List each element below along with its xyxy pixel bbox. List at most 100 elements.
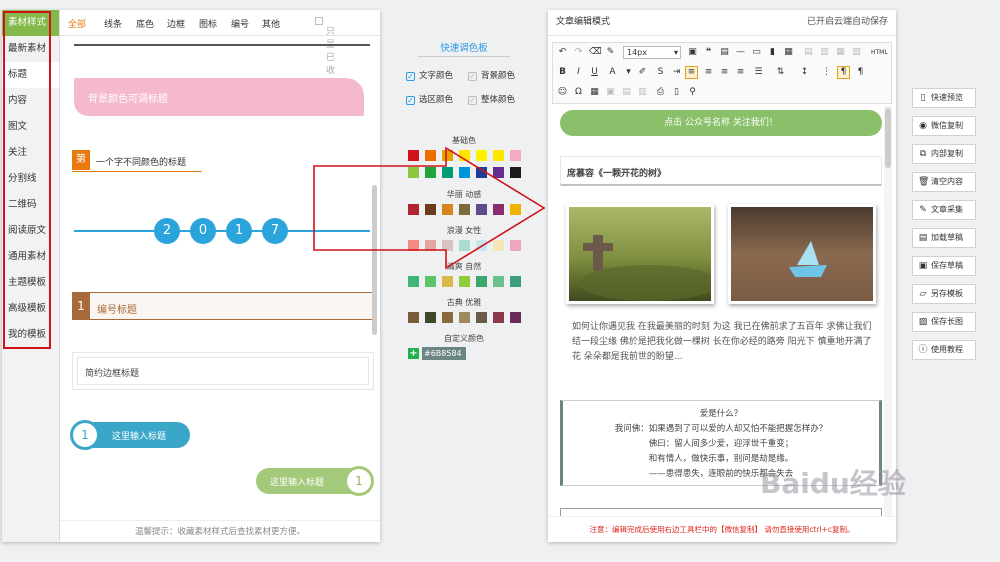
circle-title-right-sample[interactable]: 这里输入标题 1 — [256, 466, 374, 496]
word-title-sample[interactable]: 第 一个字不同颜色的标题 — [72, 150, 202, 172]
merge-cells-icon[interactable]: ▦ — [835, 47, 846, 58]
align-right-icon[interactable]: ≡ — [719, 67, 730, 78]
block-icon[interactable]: ▭ — [751, 47, 762, 58]
color-swatch[interactable] — [476, 276, 487, 287]
overall-color-option[interactable]: ✓ 整体颜色 — [468, 93, 515, 105]
print-icon[interactable]: ⎙ — [655, 87, 666, 98]
paragraph-spacing-icon[interactable]: ⇅ — [775, 67, 786, 78]
simple-border-text: 简约边框标题 — [85, 369, 140, 379]
italic-icon[interactable]: I — [573, 67, 584, 78]
split-cells-icon[interactable]: ▧ — [851, 47, 862, 58]
custom-color-value[interactable]: #6B8584 — [422, 347, 466, 360]
line-height-icon[interactable]: ↕ — [799, 67, 810, 78]
strikethrough-icon[interactable]: S — [655, 67, 666, 78]
color-swatch[interactable] — [442, 312, 453, 323]
quote-icon[interactable]: ❝ — [703, 47, 714, 58]
html-icon[interactable]: HTML — [871, 47, 888, 58]
paragraph-format-icon[interactable]: ▤ — [719, 47, 730, 58]
font-color-icon[interactable]: A — [607, 67, 618, 78]
favorites-only-checkbox[interactable]: 只显已收藏 — [315, 17, 335, 89]
document-icon[interactable]: ▯ — [671, 87, 682, 98]
color-swatch[interactable] — [425, 276, 436, 287]
binoculars-icon[interactable]: ⚲ — [687, 87, 698, 98]
insert-row-icon[interactable]: ▤ — [803, 47, 814, 58]
color-swatch[interactable] — [408, 276, 419, 287]
emoji-icon[interactable]: ☺ — [557, 87, 568, 98]
internal-copy-button[interactable]: ⧉ 内部复制 — [912, 144, 976, 164]
link-disabled-icon[interactable]: ▥ — [637, 87, 648, 98]
insert-col-icon[interactable]: ▥ — [819, 47, 830, 58]
format-brush-icon[interactable]: ✎ — [605, 47, 616, 58]
editor-scrollbar[interactable] — [884, 106, 892, 516]
save-long-image-button[interactable]: ▨ 保存长图 — [912, 312, 976, 332]
bg-color-option[interactable]: ✓ 背景颜色 — [468, 69, 515, 81]
simple-border-sample[interactable]: 简约边框标题 — [72, 352, 374, 390]
indent-icon[interactable]: ⇥ — [671, 67, 682, 78]
list-icon[interactable]: ☰ — [753, 67, 764, 78]
code-icon[interactable]: ▣ — [687, 47, 698, 58]
word-title-text: 一个字不同颜色的标题 — [96, 158, 187, 168]
edit-icon: ✎ — [919, 205, 927, 215]
color-swatch[interactable] — [476, 312, 487, 323]
eraser-icon[interactable]: ⌫ — [589, 47, 602, 58]
save-as-template-button[interactable]: ▱ 另存模板 — [912, 284, 976, 304]
color-swatch[interactable] — [459, 276, 470, 287]
special-char-icon[interactable]: Ω — [573, 87, 584, 98]
align-left-icon[interactable]: ≡ — [685, 66, 698, 79]
tutorial-button[interactable]: ⓘ 使用教程 — [912, 340, 976, 360]
line-sample[interactable] — [74, 38, 370, 46]
editor-content[interactable]: 点击 公众号名称 关注我们！ 席慕容《一颗开花的树》 如何让你遇见我 在我最美丽… — [548, 106, 892, 516]
number-title-sample[interactable]: 1 编号标题 — [72, 292, 374, 320]
circle-title-left-sample[interactable]: 1 这里输入标题 — [70, 420, 190, 450]
bg-color-icon[interactable]: ▾ — [623, 67, 634, 78]
redo-icon[interactable]: ↷ — [573, 47, 584, 58]
rtl-icon[interactable]: ¶ — [855, 67, 866, 78]
bold-icon[interactable]: B — [557, 67, 568, 78]
justify-icon[interactable]: ≡ — [735, 67, 746, 78]
color-swatch[interactable] — [510, 276, 521, 287]
tab-number[interactable]: 编号 — [231, 17, 249, 30]
save-draft-button[interactable]: ▣ 保存草稿 — [912, 256, 976, 276]
photo-boat-image — [731, 207, 873, 301]
ltr-icon[interactable]: ¶ — [837, 66, 850, 79]
color-swatch[interactable] — [493, 312, 504, 323]
clear-content-button[interactable]: 🗑 清空内容 — [912, 172, 976, 192]
align-center-icon[interactable]: ≡ — [703, 67, 714, 78]
quick-preview-button[interactable]: ▯ 快速预览 — [912, 88, 976, 108]
tab-icon[interactable]: 图标 — [199, 17, 217, 30]
tab-other[interactable]: 其他 — [262, 17, 280, 30]
color-swatch[interactable] — [493, 276, 504, 287]
color-swatch[interactable] — [459, 312, 470, 323]
tab-lines[interactable]: 线条 — [104, 17, 122, 30]
font-size-select[interactable]: 14px ▾ — [623, 46, 681, 59]
horizontal-rule-icon[interactable]: — — [735, 47, 746, 58]
tab-border[interactable]: 边框 — [167, 17, 185, 30]
color-swatch[interactable] — [442, 276, 453, 287]
text-color-option[interactable]: ✓ 文字颜色 — [406, 69, 453, 81]
calendar-icon[interactable]: ▦ — [589, 87, 600, 98]
table-icon[interactable]: ▦ — [783, 47, 794, 58]
article-collect-button[interactable]: ✎ 文章采集 — [912, 200, 976, 220]
highlight-icon[interactable]: ✐ — [637, 67, 648, 78]
wechat-copy-button[interactable]: ◉ 微信复制 — [912, 116, 976, 136]
color-swatch[interactable] — [408, 312, 419, 323]
add-color-icon[interactable]: + — [408, 348, 419, 359]
tab-all[interactable]: 全部 — [68, 17, 86, 30]
undo-icon[interactable]: ↶ — [557, 47, 568, 58]
image-disabled-icon[interactable]: ▣ — [605, 87, 616, 98]
ordered-list-icon[interactable]: ⋮ — [821, 67, 832, 78]
underline-icon[interactable]: U — [589, 67, 600, 78]
tip-text: 温馨提示：收藏素材样式后查找素材更方便。 — [60, 520, 380, 542]
tab-background[interactable]: 底色 — [136, 17, 154, 30]
save-draft-label: 保存草稿 — [931, 261, 963, 270]
load-draft-button[interactable]: ▤ 加载草稿 — [912, 228, 976, 248]
save-block-icon[interactable]: ▮ — [767, 47, 778, 58]
year-digit-1: 2 — [154, 218, 180, 244]
video-disabled-icon[interactable]: ▤ — [621, 87, 632, 98]
color-swatch[interactable] — [510, 312, 521, 323]
selection-color-option[interactable]: ✓ 选区颜色 — [406, 93, 453, 105]
follow-button[interactable]: 点击 公众号名称 关注我们！ — [560, 110, 882, 136]
bg-title-sample[interactable]: 背景颜色可调标题 — [74, 78, 364, 116]
color-swatch[interactable] — [425, 312, 436, 323]
chevron-down-icon: ▾ — [673, 48, 678, 57]
